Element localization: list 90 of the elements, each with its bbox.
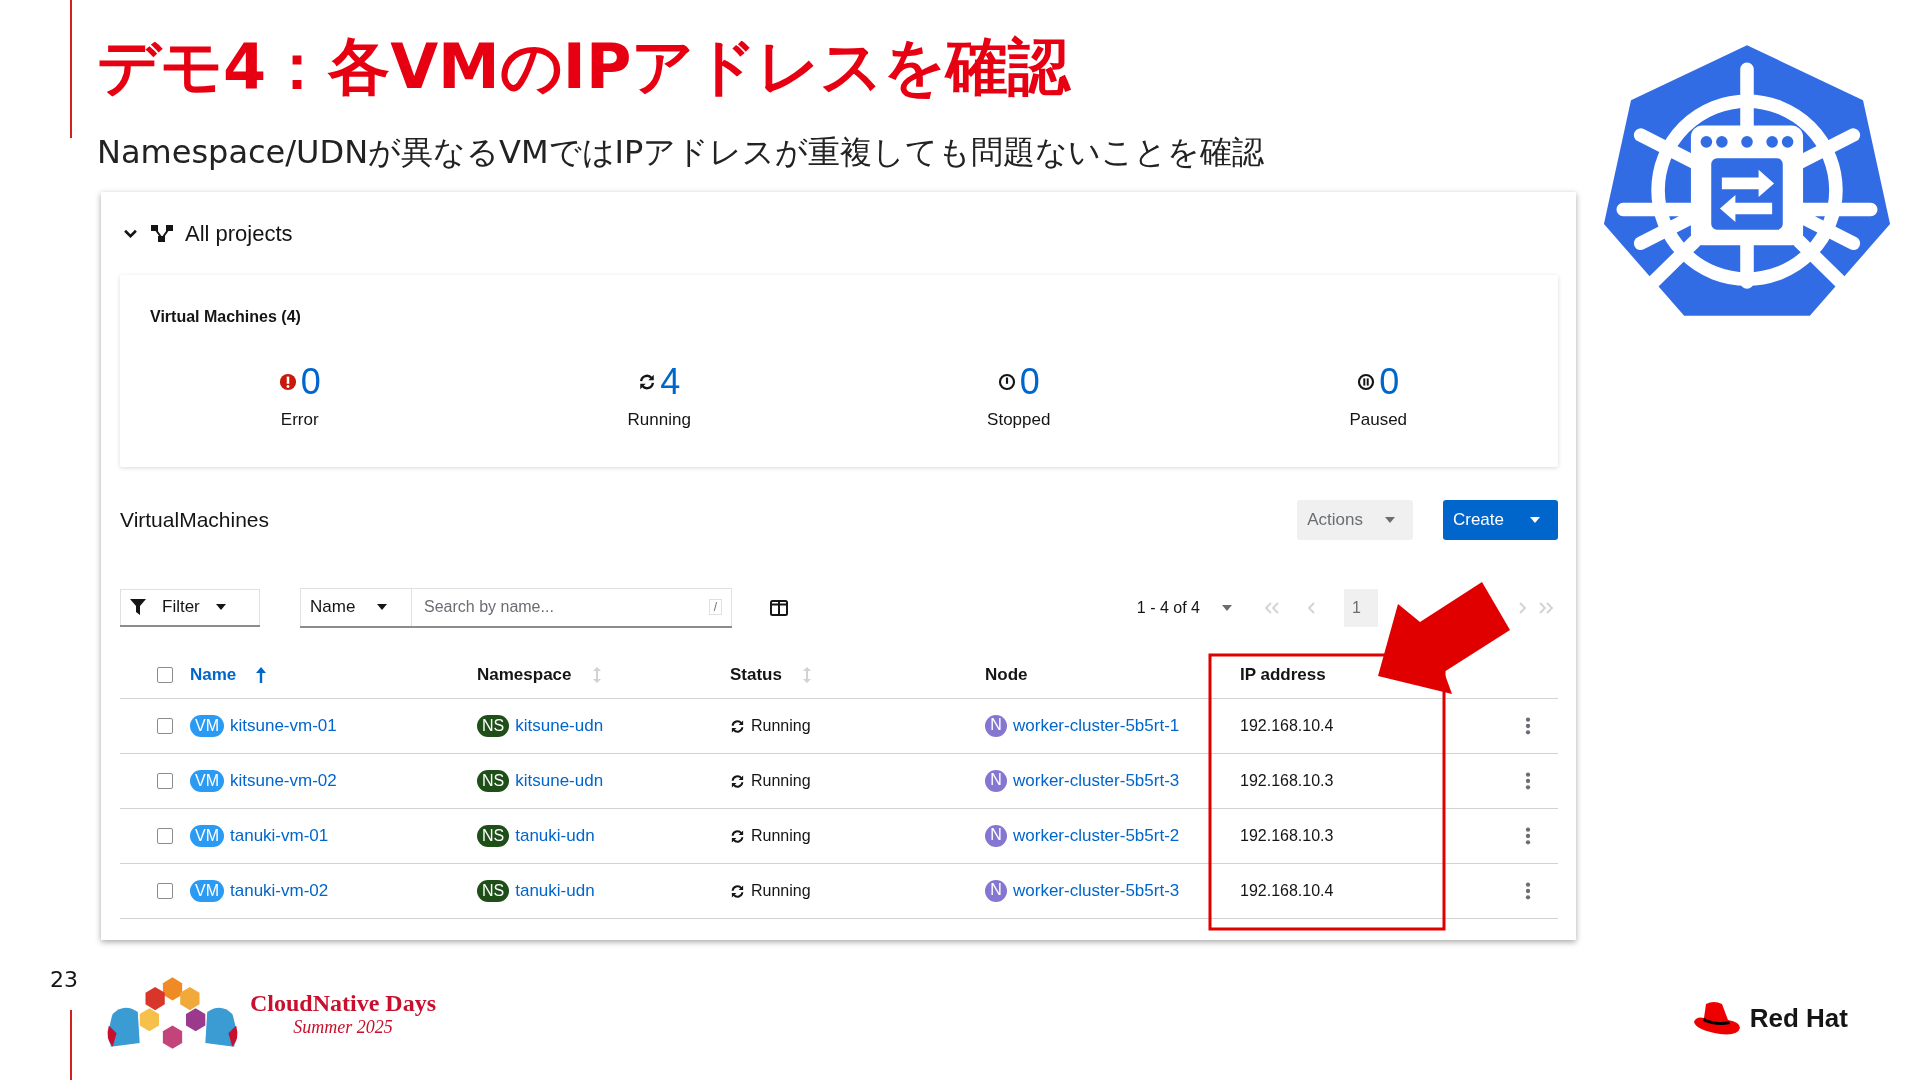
resource-badge: N [985,715,1007,737]
row-checkbox[interactable] [157,883,173,899]
event-edition: Summer 2025 [293,1017,393,1038]
sync-icon [730,828,745,844]
status-count[interactable]: 0 [300,360,321,404]
company-name: Red Hat [1749,1002,1848,1034]
status-count[interactable]: 4 [660,360,681,404]
pause-icon [1357,373,1376,391]
node-link[interactable]: worker-cluster-5b5rt-2 [1013,826,1180,846]
kebab-menu-icon[interactable] [1525,882,1531,900]
create-button[interactable]: Create [1442,500,1558,540]
project-icon [151,224,173,243]
status-label: Stopped [987,410,1051,430]
page-number: 23 [50,967,79,992]
chevron-icon[interactable] [124,229,137,238]
resource-badge: N [985,880,1007,902]
caret-icon [215,604,226,610]
slide-subtitle: Namespace/UDNが異なるVMではIPアドレスが重複しても問題ないことを確認 [97,132,1266,172]
caret-icon [1530,517,1540,523]
vm-name-link[interactable]: tanuki-vm-01 [230,826,329,846]
ip-address-cell: 192.168.10.4 [1240,882,1334,900]
status-text: Running [751,717,811,735]
status-count[interactable]: 0 [1019,360,1040,404]
power-icon [997,373,1016,391]
section-title: VirtualMachines [120,508,270,532]
actions-dropdown[interactable]: Actions [1297,500,1413,540]
resource-badge: NS [477,880,510,902]
vm-name-link[interactable]: kitsune-vm-01 [230,716,337,736]
caret-icon [1222,605,1232,611]
node-link[interactable]: worker-cluster-5b5rt-3 [1013,881,1180,901]
sync-icon [730,718,745,734]
row-checkbox[interactable] [157,828,173,844]
resource-badge: N [985,825,1007,847]
namespace-link[interactable]: kitsune-udn [515,771,604,791]
ip-address-cell: 192.168.10.4 [1240,717,1334,735]
resource-badge: VM [190,880,224,902]
vm-name-link[interactable]: kitsune-vm-02 [230,771,337,791]
node-link[interactable]: worker-cluster-5b5rt-3 [1013,771,1180,791]
status-count[interactable]: 0 [1379,360,1400,404]
namespace-link[interactable]: kitsune-udn [515,716,604,736]
row-checkbox[interactable] [157,718,173,734]
resource-badge: NS [477,715,510,737]
filter-icon [130,599,146,615]
status-text: Running [751,772,811,790]
caret-icon [377,604,388,610]
column-header[interactable]: Name [190,665,237,685]
sort-ascending-icon[interactable] [256,667,267,683]
select-all-checkbox[interactable] [157,667,173,683]
status-label: Error [280,410,319,430]
resource-badge: N [985,770,1007,792]
ip-address-cell: 192.168.10.3 [1240,772,1334,790]
column-header: Node [985,665,1028,685]
status-label: Paused [1349,410,1408,430]
page-number-field[interactable]: 1 [1344,589,1378,627]
column-header[interactable]: Status [730,665,782,685]
summary-title: Virtual Machines (4) [149,307,302,327]
row-checkbox[interactable] [157,773,173,789]
pagination-dropdown[interactable]: 1 - 4 of 4 [1136,599,1232,617]
status-text: Running [751,827,811,845]
search-field[interactable]: Search by name... [422,597,709,617]
error-icon [278,373,297,391]
sync-icon [730,773,745,789]
project-selector[interactable]: All projects [185,220,293,247]
search-attribute-dropdown[interactable]: Name [300,588,412,626]
resource-badge: NS [477,770,510,792]
resource-badge: VM [190,770,224,792]
column-header[interactable]: Namespace [477,665,572,685]
kebab-menu-icon[interactable] [1525,717,1531,735]
caret-icon [1384,517,1395,523]
slide-title: デモ4：各VMのIPアドレスを確認 [97,29,1072,105]
keyboard-shortcut: / [708,599,722,615]
status-label: Running [627,410,691,430]
sync-icon [730,883,745,899]
namespace-link[interactable]: tanuki-udn [515,826,595,846]
event-name: CloudNative Days [250,990,436,1017]
resource-badge: NS [477,825,510,847]
sync-icon [638,373,657,391]
hat-logo-icon [1691,1000,1742,1036]
column-header: IP address [1240,665,1326,685]
namespace-link[interactable]: tanuki-udn [515,881,595,901]
status-text: Running [751,882,811,900]
kebab-menu-icon[interactable] [1525,772,1531,790]
node-link[interactable]: worker-cluster-5b5rt-1 [1013,716,1180,736]
vm-name-link[interactable]: tanuki-vm-02 [230,881,329,901]
columns-icon[interactable] [770,600,788,616]
ip-address-cell: 192.168.10.3 [1240,827,1334,845]
kebab-menu-icon[interactable] [1525,827,1531,845]
resource-badge: VM [190,715,224,737]
filter-dropdown[interactable]: Filter [120,589,260,627]
resource-badge: VM [190,825,224,847]
